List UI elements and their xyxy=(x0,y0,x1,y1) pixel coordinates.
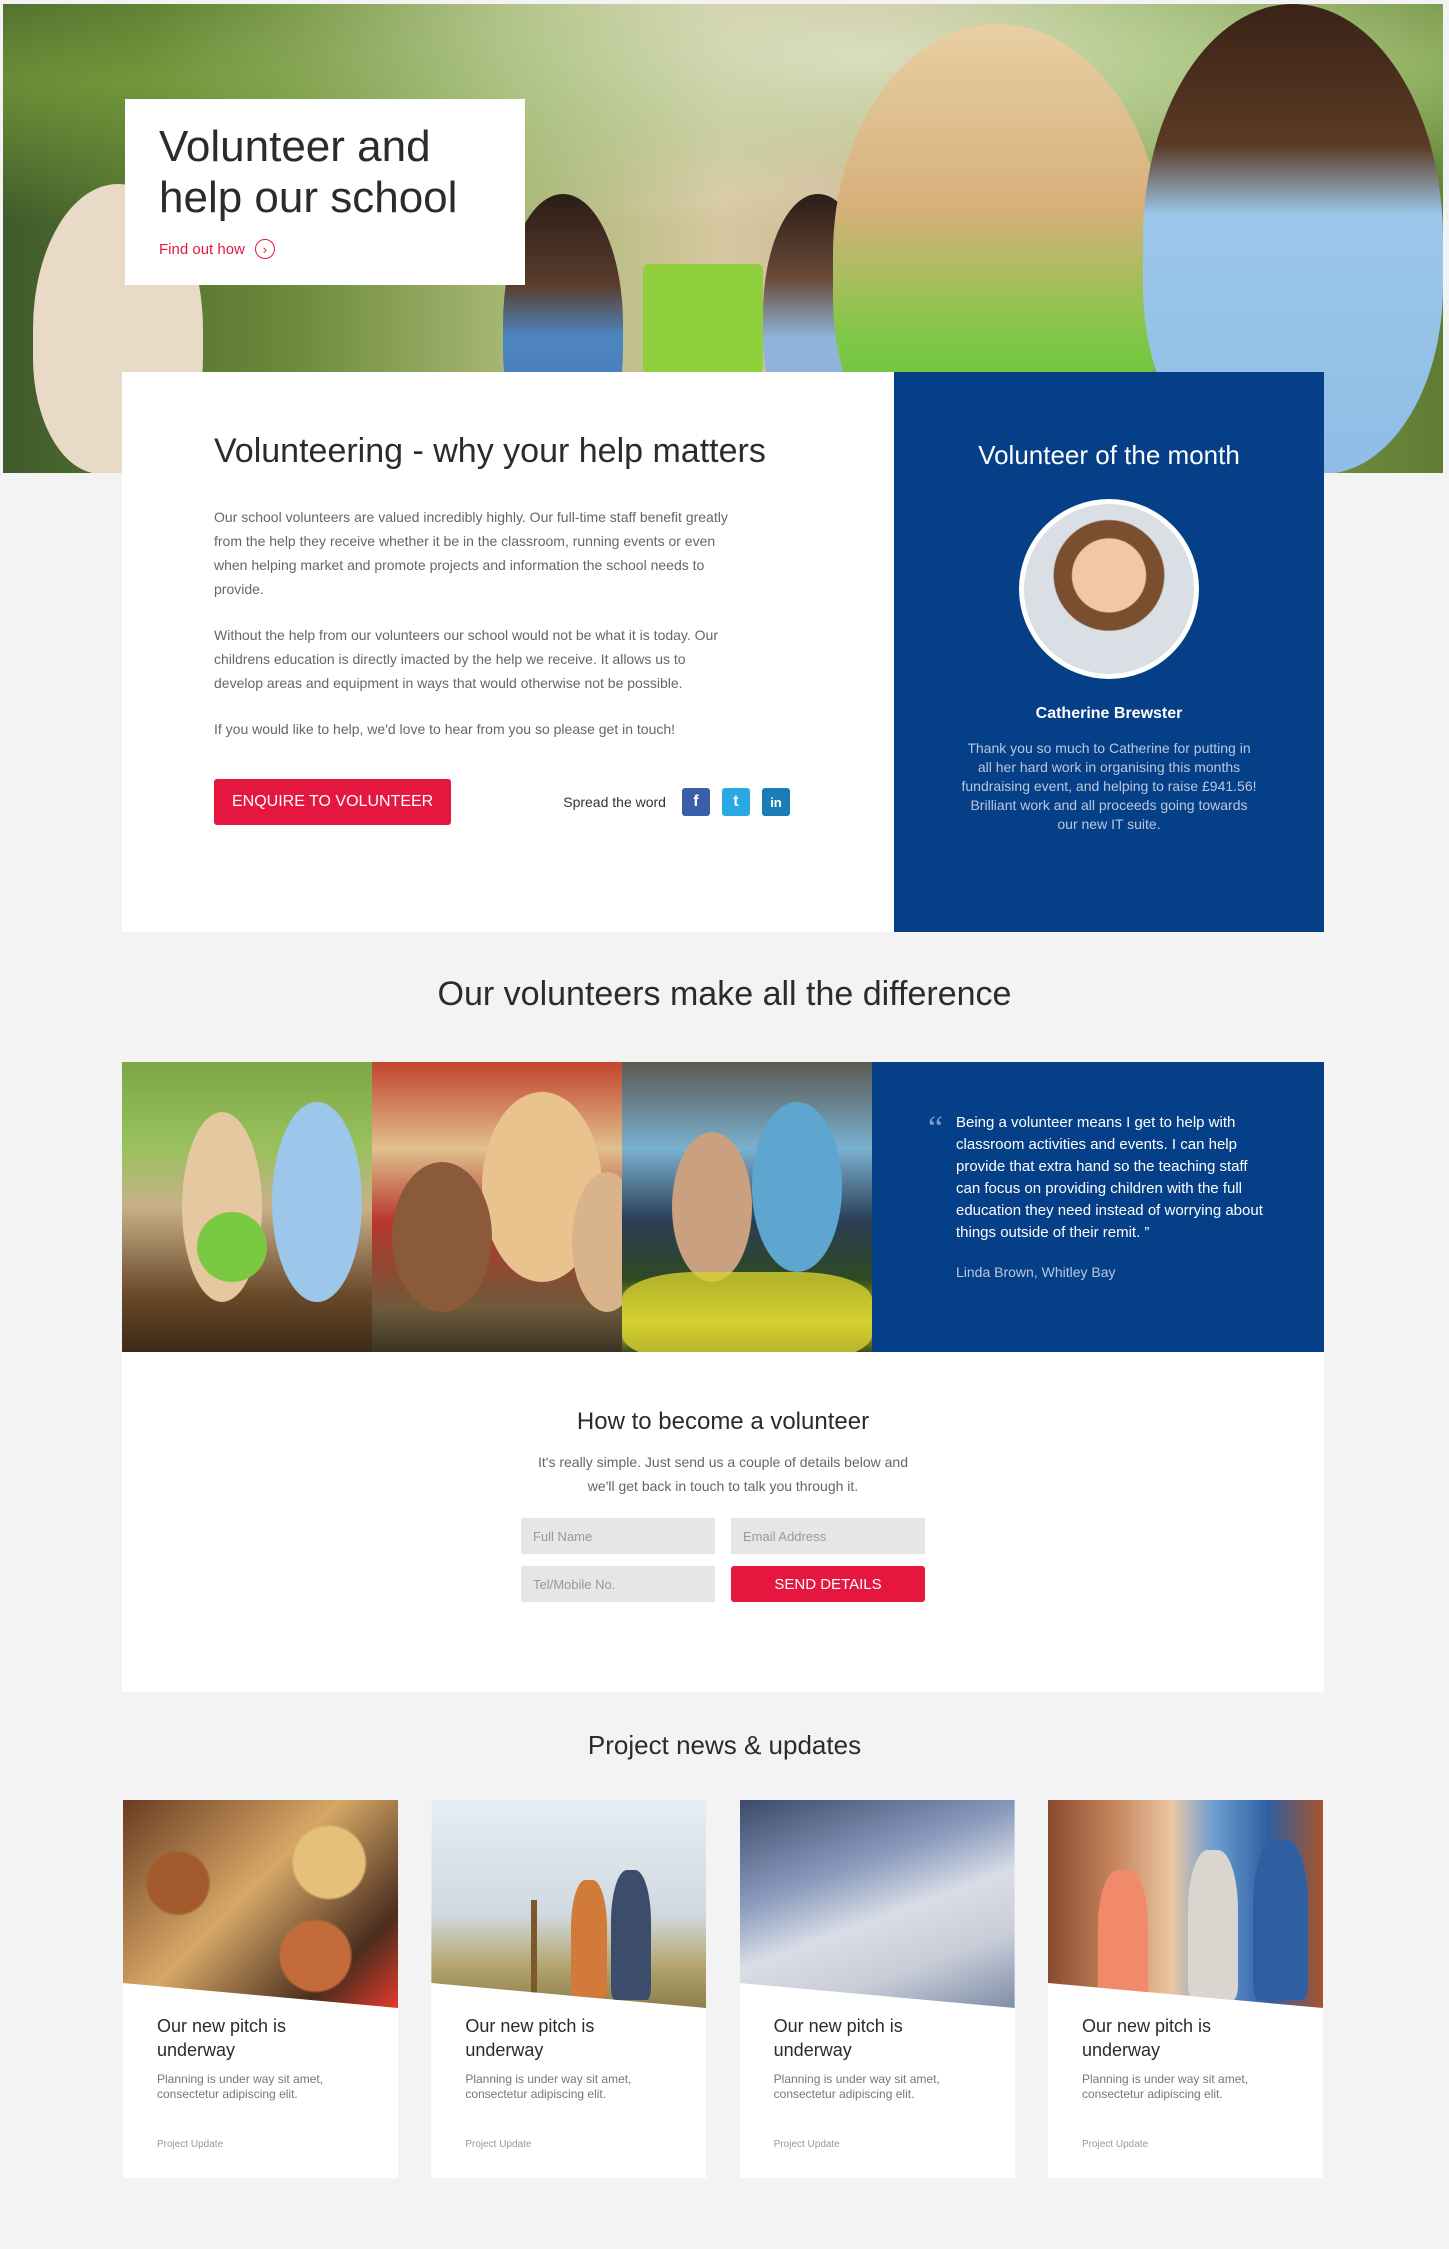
news-card-tag: Project Update xyxy=(465,2139,532,2150)
news-card-text: Planning is under way sit amet, consecte… xyxy=(157,2072,324,2101)
volunteer-name: Catherine Brewster xyxy=(1035,705,1183,722)
hero-card: Volunteer and help our school Find out h… xyxy=(125,99,525,285)
news-card[interactable]: Our new pitch is underway Planning is un… xyxy=(1047,1800,1323,2178)
news-card-image xyxy=(431,1800,707,2008)
volunteer-of-month-panel: Volunteer of the month Catherine Brewste… xyxy=(894,372,1324,932)
news-card-image xyxy=(123,1800,398,2008)
volunteer-quote: “ Being a volunteer means I get to help … xyxy=(872,1062,1324,1352)
phone-input[interactable] xyxy=(521,1566,715,1602)
become-heading: How to become a volunteer xyxy=(576,1408,870,1435)
volunteer-gallery: “ Being a volunteer means I get to help … xyxy=(122,1062,1324,1352)
quote-mark-icon: “ xyxy=(928,1110,944,1147)
volunteer-form: SEND DETAILS xyxy=(521,1518,925,1602)
volunteer-description: Thank you so much to Catherine for putti… xyxy=(961,740,1257,832)
find-out-how-link[interactable]: Find out how › xyxy=(159,239,491,259)
gallery-image-gardening xyxy=(122,1062,372,1352)
chevron-right-circle-icon: › xyxy=(254,239,275,259)
volunteer-of-month-heading: Volunteer of the month xyxy=(978,440,1240,470)
email-input[interactable] xyxy=(731,1518,925,1554)
news-card-title: Our new pitch is underway xyxy=(1081,2016,1212,2060)
spread-the-word-label: Spread the word xyxy=(563,794,666,810)
news-card-text: Planning is under way sit amet, consecte… xyxy=(773,2072,940,2101)
news-heading: Project news & updates xyxy=(587,1730,862,1760)
become-volunteer-section: How to become a volunteer It's really si… xyxy=(122,1352,1324,1692)
gallery-image-flowers xyxy=(622,1062,872,1352)
news-card-tag: Project Update xyxy=(1081,2139,1149,2150)
news-card-title: Our new pitch is underway xyxy=(773,2016,903,2060)
send-details-button[interactable]: SEND DETAILS xyxy=(731,1566,925,1602)
full-name-input[interactable] xyxy=(521,1518,715,1554)
quote-text: Being a volunteer means I get to help wi… xyxy=(956,1114,1263,1241)
why-actions: ENQUIRE TO VOLUNTEER Spread the word f t… xyxy=(214,779,802,825)
news-cards: Our new pitch is underway Planning is un… xyxy=(123,1800,1323,2178)
news-card-image xyxy=(739,1800,1015,2008)
why-paragraph: Without the help from our volunteers our… xyxy=(214,627,718,691)
news-card[interactable]: Our new pitch is underway Planning is un… xyxy=(739,1800,1015,2178)
news-card-title: Our new pitch is underway xyxy=(465,2016,595,2060)
hero-title: Volunteer and help our school xyxy=(159,122,458,222)
find-out-how-label: Find out how xyxy=(159,240,245,258)
become-subtext: It's really simple. Just send us a coupl… xyxy=(538,1454,908,1494)
linkedin-icon[interactable]: in xyxy=(761,788,790,816)
difference-heading: Our volunteers make all the difference xyxy=(437,975,1012,1013)
news-card-image xyxy=(1047,1800,1323,2008)
twitter-icon[interactable]: t xyxy=(721,788,750,816)
enquire-to-volunteer-button[interactable]: ENQUIRE TO VOLUNTEER xyxy=(214,779,452,825)
gallery-image-classroom xyxy=(372,1062,622,1352)
news-card[interactable]: Our new pitch is underway Planning is un… xyxy=(431,1800,707,2178)
news-card-text: Planning is under way sit amet, consecte… xyxy=(1081,2072,1249,2101)
why-paragraph: Our school volunteers are valued incredi… xyxy=(214,509,728,597)
why-paragraph: If you would like to help, we'd love to … xyxy=(214,721,676,737)
news-card-tag: Project Update xyxy=(773,2139,840,2150)
news-card[interactable]: Our new pitch is underway Planning is un… xyxy=(123,1800,398,2178)
news-card-title: Our new pitch is underway xyxy=(157,2016,287,2060)
quote-author: Linda Brown, Whitley Bay xyxy=(956,1264,1116,1280)
why-section: Volunteering - why your help matters Our… xyxy=(122,372,894,932)
hero-image-planter xyxy=(643,264,763,374)
why-heading: Volunteering - why your help matters xyxy=(214,432,766,470)
facebook-icon[interactable]: f xyxy=(681,788,710,816)
news-card-tag: Project Update xyxy=(157,2139,224,2150)
news-card-text: Planning is under way sit amet, consecte… xyxy=(465,2072,632,2101)
avatar xyxy=(1019,499,1199,679)
